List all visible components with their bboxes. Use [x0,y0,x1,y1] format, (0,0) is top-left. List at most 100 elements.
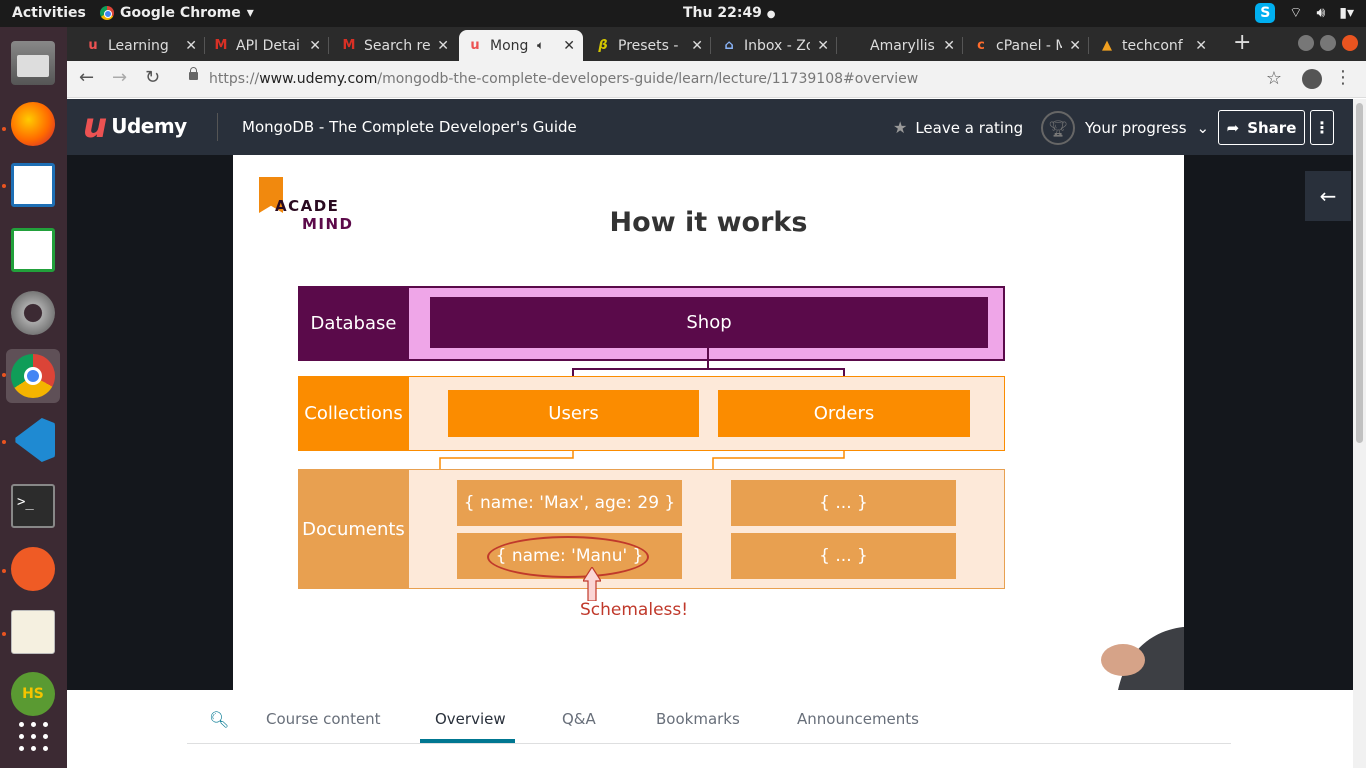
blank-icon [847,38,863,54]
close-icon[interactable]: ✕ [1069,38,1081,54]
activities-button[interactable]: Activities [12,5,86,21]
chrome-icon[interactable] [6,349,60,403]
vscode-icon[interactable] [6,413,60,467]
app-menu[interactable]: Google Chrome ▾ [100,5,254,21]
wifi-icon[interactable]: ⌔ [1289,4,1302,22]
terminal-icon[interactable]: >_ [6,479,60,533]
tab-search-results[interactable]: M Search re ✕ [333,30,457,61]
trophy-icon: 🏆︎ [1041,111,1075,145]
page-scrollbar[interactable] [1353,99,1366,768]
tabs-divider [187,743,1231,744]
clock[interactable]: Thu 22:49 ● [683,5,776,21]
close-icon[interactable]: ✕ [817,38,829,54]
arrow-up-icon [583,567,601,601]
more-options-button[interactable]: ⋮ [1310,110,1334,145]
presets-icon: β [598,38,608,53]
tab-amaryllis[interactable]: Amaryllis ✕ [839,30,963,61]
new-tab-button[interactable]: + [1233,30,1251,55]
manu-callout-ellipse [487,536,649,578]
tab-cpanel[interactable]: c cPanel - M ✕ [965,30,1089,61]
tab-learning[interactable]: u Learning ✕ [77,30,205,61]
skype-icon[interactable]: S [1255,3,1276,23]
course-title[interactable]: MongoDB - The Complete Developer's Guide [242,118,577,136]
apps-grid-icon[interactable] [6,709,60,763]
collections-label: Collections [298,376,409,451]
close-icon[interactable]: ✕ [691,38,703,54]
volume-icon[interactable]: 🔊︎ [1316,5,1325,21]
firefox-icon[interactable] [6,97,60,151]
speaker-icon[interactable]: 🔈︎ [537,38,544,53]
tab-strip: u Learning ✕ M API Detai ✕ M Search re ✕… [67,27,1366,61]
orders-collection: Orders [718,390,970,437]
tab-mongodb[interactable]: u Mong 🔈︎ ✕ [459,30,583,61]
schemaless-annotation: Schemaless! [580,600,689,620]
lock-icon [189,67,198,80]
documents-label: Documents [298,469,409,589]
postman-icon[interactable] [6,542,60,596]
tab-overview[interactable]: Overview [435,710,506,728]
browser-toolbar: ← → ↻ https://www.udemy.com/mongodb-the-… [67,61,1366,98]
cpanel-icon: c [977,38,985,53]
search-icon[interactable]: 🔍︎ [209,710,229,729]
tab-bookmarks[interactable]: Bookmarks [656,710,740,728]
tab-inbox[interactable]: ⌂ Inbox - Zo ✕ [713,30,837,61]
udemy-logo[interactable]: u Udemy [83,109,187,143]
sidebar-toggle-arrow-icon[interactable]: ← [1305,171,1351,221]
tab-qa[interactable]: Q&A [562,710,596,728]
leave-rating-button[interactable]: ★ Leave a rating [893,118,1023,137]
gmail-icon: M [342,38,356,53]
chevron-down-icon: ▾ [246,5,254,21]
chrome-icon [100,6,114,20]
window-controls [1298,35,1358,51]
bookmark-star-icon[interactable]: ☆ [1266,68,1282,89]
close-icon[interactable]: ✕ [185,38,197,54]
close-icon[interactable]: ✕ [309,38,321,54]
scrollbar-thumb[interactable] [1356,103,1363,443]
tab-course-content[interactable]: Course content [266,710,381,728]
document-order-2: { ... } [731,533,956,579]
udemy-icon: u [470,38,480,53]
writer-icon[interactable] [6,158,60,212]
tab-api-details[interactable]: M API Detai ✕ [205,30,329,61]
udemy-header: u Udemy MongoDB - The Complete Developer… [67,99,1353,155]
your-progress-button[interactable]: 🏆︎ Your progress ⌄ [1041,111,1209,145]
udemy-logo-mark-icon: u [83,106,108,146]
tab-techconf[interactable]: ▲ techconf ✕ [1091,30,1215,61]
presenter-video: ACAI [1088,535,1184,690]
share-button[interactable]: ➦ Share [1218,110,1305,145]
system-top-bar: Activities Google Chrome ▾ Thu 22:49 ● S… [0,0,1366,27]
battery-icon[interactable]: ▮▾ [1339,5,1354,21]
close-window-button[interactable] [1342,35,1358,51]
tab-presets[interactable]: β Presets - ✕ [587,30,711,61]
close-icon[interactable]: ✕ [943,38,955,54]
chevron-down-icon: ⌄ [1196,119,1210,137]
video-player[interactable]: ACADE MIND How it works Database Shop Co… [67,155,1353,690]
files-icon[interactable] [6,36,60,90]
close-icon[interactable]: ✕ [437,38,449,54]
udemy-icon: u [88,38,98,53]
close-icon[interactable]: ✕ [563,38,575,54]
extension-icon[interactable] [1302,69,1322,89]
gmail-icon: M [214,38,228,53]
system-tray[interactable]: S ⌔ 🔊︎ ▮▾ [1255,3,1354,23]
techconf-icon: ▲ [1102,38,1112,53]
calc-icon[interactable] [6,223,60,277]
address-bar[interactable]: https://www.udemy.com/mongodb-the-comple… [209,71,918,87]
back-button[interactable]: ← [79,67,94,88]
settings-icon[interactable] [6,286,60,340]
maximize-button[interactable] [1320,35,1336,51]
close-icon[interactable]: ✕ [1195,38,1207,54]
app-menu-label: Google Chrome [120,5,241,21]
tab-announcements[interactable]: Announcements [797,710,919,728]
minimize-button[interactable] [1298,35,1314,51]
document-max: { name: 'Max', age: 29 } [457,480,682,526]
share-icon: ➦ [1226,118,1240,137]
lecture-tabs: 🔍︎ Course content Overview Q&A Bookmarks… [67,690,1353,768]
reload-button[interactable]: ↻ [145,67,160,88]
inbox-icon: ⌂ [724,38,734,53]
lecture-slide: ACADE MIND How it works Database Shop Co… [233,155,1184,690]
text-editor-icon[interactable] [6,605,60,659]
browser-menu-icon[interactable]: ⋮ [1334,67,1352,88]
document-order-1: { ... } [731,480,956,526]
forward-button[interactable]: → [112,67,127,88]
